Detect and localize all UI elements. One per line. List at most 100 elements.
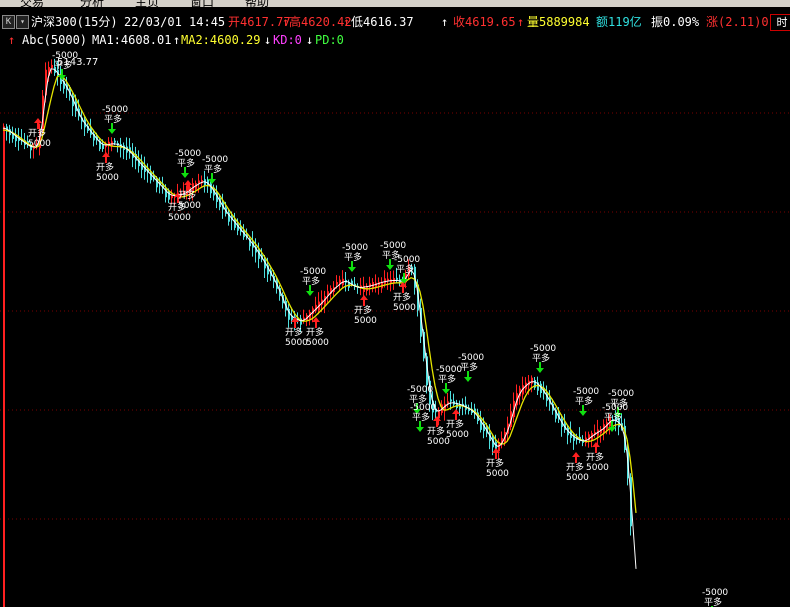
candle [51, 59, 53, 74]
amplitude-label: 振 [651, 15, 664, 29]
candle [360, 277, 362, 296]
signal-qty: -5000 [175, 149, 201, 159]
candle [120, 137, 122, 158]
candle [309, 309, 311, 326]
signal-label: 开多 [393, 291, 411, 303]
candle [471, 402, 473, 416]
quote-info-bar: K ▾ 沪深300(15分) 22/03/01 14:45 开 4617.77 … [0, 14, 790, 31]
sell-signal: -5000平多 [175, 149, 201, 178]
candle [123, 142, 125, 160]
change-value: (2.11)0 [718, 15, 769, 29]
candle [201, 175, 203, 187]
change-label: 涨 [706, 15, 719, 29]
candle [288, 304, 290, 328]
signal-label: 开多 [427, 425, 445, 437]
price-chart: 开多5000-5000平多开多5000-5000平多开多5000开多5000-5… [0, 51, 790, 607]
signal-qty: 5000 [486, 469, 509, 479]
signal-label: 平多 [396, 263, 414, 275]
candle-body [3, 126, 5, 607]
volume-value: 5889984 [539, 15, 590, 29]
candle [447, 392, 449, 408]
up-arrow-icon [34, 118, 42, 129]
sell-signal: -5000平多 [300, 267, 326, 296]
candle-body [396, 277, 398, 280]
signal-qty: -5000 [458, 353, 484, 363]
signal-label: 平多 [575, 395, 593, 407]
indicator-pd: PD:0 [315, 33, 344, 47]
time-button[interactable]: 时 [770, 14, 790, 31]
signal-qty: -5000 [436, 365, 462, 375]
candle-body [168, 191, 170, 200]
candle-body [114, 140, 116, 143]
buy-signal: 开多5000 [393, 282, 416, 313]
buy-signal: 开多5000 [586, 442, 609, 473]
candle [9, 124, 11, 144]
signal-qty: -5000 [407, 385, 433, 395]
signal-label: 平多 [532, 352, 550, 364]
signal-qty: 5000 [178, 201, 201, 211]
candle-body [531, 377, 533, 384]
candle [540, 380, 542, 398]
signal-qty: -5000 [410, 403, 436, 413]
signal-qty: -5000 [702, 588, 728, 598]
candle [591, 430, 593, 448]
candle [342, 270, 344, 288]
signal-label: 开多 [285, 326, 303, 338]
candle-body [198, 180, 200, 183]
candle [324, 290, 326, 314]
volume-label: 量 [527, 15, 540, 29]
signal-label: 开多 [354, 304, 372, 316]
candle [354, 276, 356, 291]
candle [585, 431, 587, 447]
indicator-bar: ↑ Abc(5000) MA1:4608.01 ↑ MA2:4600.29 ↓ … [0, 32, 790, 48]
low-label: 低 [351, 15, 364, 29]
open-label: 开 [228, 15, 241, 29]
candle [147, 163, 149, 183]
signal-qty: 5000 [28, 139, 51, 149]
signal-label: 开多 [306, 326, 324, 338]
candle [516, 384, 518, 410]
buy-signal: 开多5000 [486, 448, 509, 479]
signal-label: 平多 [704, 596, 722, 607]
signal-qty: 5000 [566, 473, 589, 483]
candle [15, 128, 17, 148]
k-button[interactable]: K [2, 15, 15, 29]
indicator-ma2: MA2:4600.29 [181, 33, 261, 47]
signal-qty: 5000 [306, 338, 329, 348]
up-arrow-icon: ↑ [441, 15, 449, 29]
up-arrow-icon [572, 452, 580, 463]
sell-signal: -5000平多 [102, 105, 128, 134]
amplitude-value: 0.09% [663, 15, 700, 29]
symbol-name: 沪深300(15分) [31, 15, 118, 29]
up-arrow-icon [360, 295, 368, 306]
down-arrow-icon: ↓ [264, 33, 272, 47]
candle [258, 242, 260, 269]
down-arrow-icon: ↓ [306, 33, 314, 47]
close-label: 收 [453, 15, 466, 29]
amount-value: 119亿 [608, 15, 642, 29]
sell-signal: -5000平多 [573, 387, 599, 416]
indicator-kd: KD:0 [273, 33, 302, 47]
candle-body [450, 399, 452, 402]
sell-signal: -5000平多 [436, 365, 462, 394]
signal-qty: 5000 [586, 463, 609, 473]
signal-qty: -5000 [380, 241, 406, 251]
signal-label: 平多 [302, 275, 320, 287]
chevron-down-icon[interactable]: ▾ [16, 15, 29, 29]
signal-qty: -5000 [530, 344, 556, 354]
up-arrow-icon [592, 442, 600, 453]
ma1-line [2, 68, 637, 569]
signal-label: 平多 [604, 411, 622, 423]
signal-qty: 5000 [168, 213, 191, 223]
high-price-marker: 5143.77 [57, 57, 98, 68]
candle [327, 284, 329, 303]
signal-label: 平多 [204, 163, 222, 175]
up-arrow-icon: ↑ [173, 33, 181, 47]
signal-label: 开多 [178, 189, 196, 201]
signal-qty: -5000 [602, 403, 628, 413]
candle [261, 248, 263, 263]
up-arrow-icon [452, 409, 460, 420]
high-label: 高 [289, 15, 302, 29]
up-arrow-icon: ↑ [517, 15, 525, 29]
candle [498, 438, 500, 460]
